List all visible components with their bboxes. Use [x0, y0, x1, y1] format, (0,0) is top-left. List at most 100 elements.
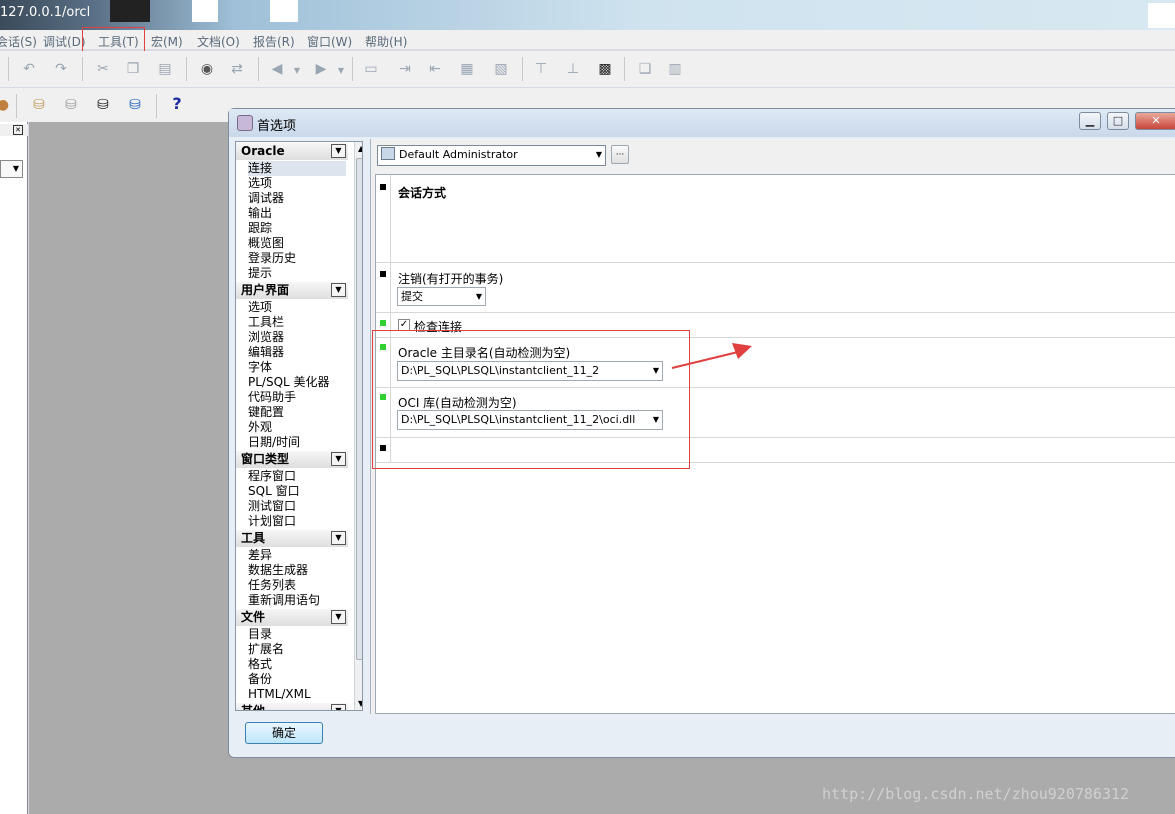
- tree-item[interactable]: 调试器: [248, 191, 284, 206]
- chevron-down-icon[interactable]: ▼: [288, 62, 306, 80]
- tree-item[interactable]: HTML/XML: [248, 687, 311, 702]
- execute-icon[interactable]: ⛁: [94, 96, 112, 114]
- close-button[interactable]: ✕: [1135, 112, 1175, 130]
- redo-icon[interactable]: ↷: [52, 60, 70, 78]
- chevron-down-icon[interactable]: ▼: [331, 283, 346, 297]
- tree-item[interactable]: 代码助手: [248, 390, 296, 405]
- undo-icon[interactable]: ↶: [20, 60, 38, 78]
- profile-select[interactable]: Default Administrator ▼: [377, 145, 606, 166]
- tree-item[interactable]: 概览图: [248, 236, 284, 251]
- tree-item[interactable]: 备份: [248, 672, 272, 687]
- tree-group-tools[interactable]: 工具 ▼: [236, 530, 348, 547]
- annotation-arrow: [671, 343, 752, 369]
- tree-item[interactable]: 任务列表: [248, 578, 296, 593]
- chevron-down-icon[interactable]: ▼: [331, 452, 346, 466]
- tree-item[interactable]: 计划窗口: [248, 514, 296, 529]
- chevron-down-icon[interactable]: ▼: [331, 531, 346, 545]
- tree-item[interactable]: 选项: [248, 176, 272, 191]
- tree-item[interactable]: 扩展名: [248, 642, 284, 657]
- close-icon[interactable]: ✕: [13, 125, 23, 135]
- database-icon[interactable]: ●: [0, 96, 12, 114]
- table-icon[interactable]: ▩: [596, 60, 614, 78]
- ok-button[interactable]: 确定: [245, 722, 323, 744]
- menu-session[interactable]: 会话(S): [0, 33, 37, 50]
- bookmark-prev-icon[interactable]: ◀: [268, 60, 286, 78]
- tree-group-window-types[interactable]: 窗口类型 ▼: [236, 451, 348, 468]
- menu-window[interactable]: 窗口(W): [307, 33, 352, 50]
- chevron-down-icon[interactable]: ▼: [331, 144, 346, 158]
- tree-item-connection[interactable]: 连接: [248, 161, 346, 176]
- bookmark-next-icon[interactable]: ▶: [312, 60, 330, 78]
- scroll-up-icon[interactable]: ▲: [358, 144, 362, 153]
- menu-macro[interactable]: 宏(M): [151, 33, 183, 50]
- scrollbar-thumb[interactable]: [356, 158, 362, 660]
- filter-clear-icon[interactable]: ⊥: [564, 60, 582, 78]
- tree-group-ui[interactable]: 用户界面 ▼: [236, 282, 348, 299]
- tree-group-label: 用户界面: [241, 283, 290, 297]
- help-icon[interactable]: ?: [168, 95, 186, 113]
- filter-icon[interactable]: ⊤: [532, 60, 550, 78]
- row-divider: [390, 175, 391, 263]
- menu-help[interactable]: 帮助(H): [365, 33, 407, 50]
- cut-icon[interactable]: ✂: [94, 60, 112, 78]
- tree-group-label: 窗口类型: [241, 452, 290, 466]
- uncomment-icon[interactable]: ▧: [492, 60, 510, 78]
- tree-item[interactable]: 测试窗口: [248, 499, 296, 514]
- document-icon[interactable]: ▭: [362, 60, 380, 78]
- tree-group-label: 工具: [241, 531, 266, 545]
- profile-icon: [381, 147, 395, 160]
- tree-item[interactable]: 重新调用语句: [248, 593, 320, 608]
- find-icon[interactable]: ◉: [198, 60, 216, 78]
- maximize-button[interactable]: □: [1107, 112, 1129, 130]
- tree-item[interactable]: 输出: [248, 206, 272, 221]
- tree-item[interactable]: SQL 窗口: [248, 484, 300, 499]
- replace-icon[interactable]: ⇄: [228, 60, 246, 78]
- profile-more-button[interactable]: ···: [611, 145, 629, 164]
- logoff-select[interactable]: 提交 ▼: [397, 287, 486, 306]
- menu-debug[interactable]: 调试(D): [43, 33, 86, 50]
- tree-item[interactable]: 程序窗口: [248, 469, 296, 484]
- tree-item[interactable]: 工具栏: [248, 315, 284, 330]
- object-selector[interactable]: ▼: [0, 160, 23, 178]
- tree-item[interactable]: 差异: [248, 548, 272, 563]
- tree-group-other[interactable]: 其他 ▼: [236, 703, 348, 710]
- chevron-down-icon[interactable]: ▼: [331, 704, 346, 710]
- paste-icon[interactable]: ▤: [156, 60, 174, 78]
- comment-icon[interactable]: ▦: [458, 60, 476, 78]
- window-cascade-icon[interactable]: ❏: [636, 60, 654, 78]
- tree-item[interactable]: 格式: [248, 657, 272, 672]
- tree-item[interactable]: 字体: [248, 360, 272, 375]
- tree-item[interactable]: 外观: [248, 420, 272, 435]
- left-panel: ✕ ▼: [0, 122, 28, 814]
- session-mode-label: 会话方式: [398, 186, 447, 200]
- tree-group-files[interactable]: 文件 ▼: [236, 609, 348, 626]
- window-tile-icon[interactable]: ▥: [666, 60, 684, 78]
- toolbar-separator: [624, 57, 625, 81]
- db-connect-icon[interactable]: ⛁: [30, 96, 48, 114]
- tree-item[interactable]: 日期/时间: [248, 435, 300, 450]
- tree-item[interactable]: 提示: [248, 266, 272, 281]
- tree-item[interactable]: 目录: [248, 627, 272, 642]
- commit-icon[interactable]: ⛁: [126, 96, 144, 114]
- chevron-down-icon[interactable]: ▼: [331, 610, 346, 624]
- menu-report[interactable]: 报告(R): [253, 33, 295, 50]
- tree-item[interactable]: 登录历史: [248, 251, 296, 266]
- tree-group-oracle[interactable]: Oracle ▼: [236, 143, 348, 160]
- tree-item[interactable]: 选项: [248, 300, 272, 315]
- tree-item[interactable]: 键配置: [248, 405, 284, 420]
- minimize-button[interactable]: ▁: [1079, 112, 1101, 130]
- tree-group-label: 文件: [241, 610, 266, 624]
- chevron-down-icon[interactable]: ▼: [332, 62, 350, 80]
- tree-item[interactable]: 跟踪: [248, 221, 272, 236]
- indent-icon[interactable]: ⇥: [396, 60, 414, 78]
- copy-icon[interactable]: ❐: [124, 60, 142, 78]
- scroll-down-icon[interactable]: ▼: [358, 699, 362, 708]
- tree-item[interactable]: PL/SQL 美化器: [248, 375, 330, 390]
- menu-document[interactable]: 文档(O): [197, 33, 240, 50]
- tree-item[interactable]: 浏览器: [248, 330, 284, 345]
- unindent-icon[interactable]: ⇤: [426, 60, 444, 78]
- tree-item[interactable]: 数据生成器: [248, 563, 308, 578]
- tree-item[interactable]: 编辑器: [248, 345, 284, 360]
- sql-db-icon[interactable]: ⛁: [62, 96, 80, 114]
- toolbar-separator: [82, 57, 83, 81]
